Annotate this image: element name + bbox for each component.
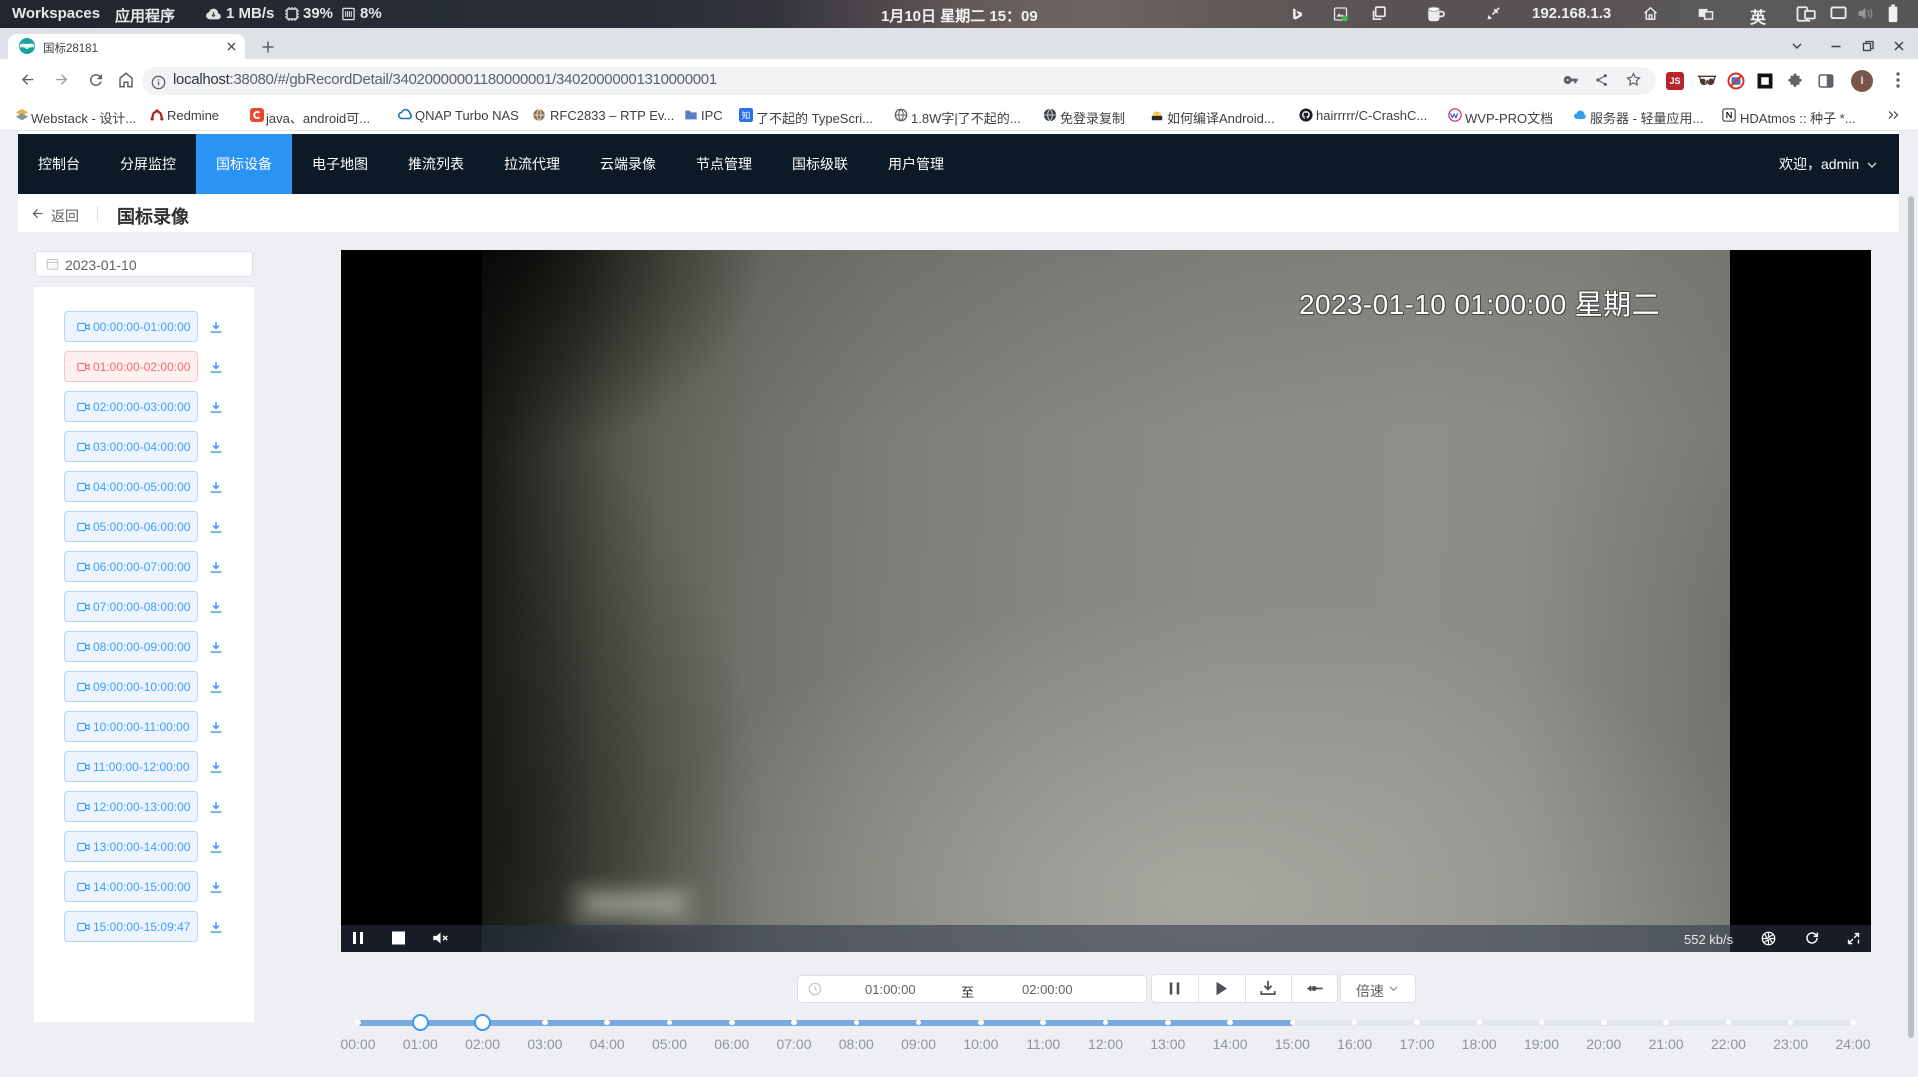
svg-text:知: 知: [742, 110, 751, 121]
